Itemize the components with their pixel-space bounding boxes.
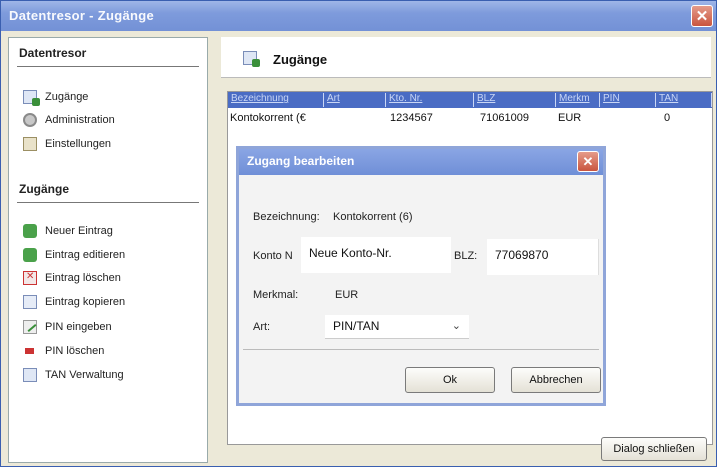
nav-item-label: Zugänge: [45, 91, 89, 103]
nav-item-einstellungen[interactable]: Einstellungen: [23, 135, 111, 153]
column-header-merkmal[interactable]: Merkm: [556, 93, 600, 107]
ok-label: Ok: [442, 374, 458, 386]
copy-entry-icon: [23, 295, 37, 309]
dialog-divider: [243, 349, 599, 350]
cell-kto: 1234567: [390, 112, 433, 124]
cancel-button[interactable]: Abbrechen: [511, 367, 601, 393]
bezeichnung-value: Kontokorrent (6): [333, 211, 413, 223]
section-divider: [17, 202, 199, 203]
section-divider: [17, 66, 199, 67]
action-delete-pin[interactable]: PIN löschen: [23, 342, 104, 360]
column-header-blz[interactable]: BLZ: [474, 93, 556, 107]
left-panel: Datentresor Zugänge Administration Einst…: [8, 37, 208, 463]
tan-icon: [23, 368, 37, 382]
action-label: TAN Verwaltung: [45, 369, 124, 381]
action-new-entry[interactable]: Neuer Eintrag: [23, 222, 113, 240]
delete-entry-icon: [23, 271, 37, 285]
action-label: Neuer Eintrag: [45, 225, 113, 237]
edit-entry-icon: [23, 248, 37, 262]
cancel-label: Abbrechen: [529, 374, 583, 386]
action-label: PIN löschen: [45, 345, 105, 357]
nav-item-administration[interactable]: Administration: [23, 111, 115, 129]
gear-icon: [23, 113, 37, 127]
action-label: PIN eingeben: [45, 321, 112, 333]
action-enter-pin[interactable]: PIN eingeben: [23, 318, 112, 336]
column-header-pin[interactable]: PIN: [600, 93, 656, 107]
column-header-tan[interactable]: TAN: [656, 93, 712, 107]
content-title: Zugänge: [273, 52, 328, 67]
nav-item-label: Einstellungen: [45, 138, 112, 150]
column-header-bezeichnung[interactable]: Bezeichnung: [228, 93, 324, 107]
section-title-zugaenge: Zugänge: [19, 182, 69, 196]
action-copy-entry[interactable]: Eintrag kopieren: [23, 293, 125, 311]
konto-input[interactable]: Neue Konto-Nr.: [301, 237, 451, 273]
pencil-icon: [23, 320, 37, 334]
art-label: Art:: [253, 321, 271, 333]
accounts-icon: [23, 90, 40, 106]
cell-blz: 71061009: [480, 112, 529, 124]
action-label: Eintrag löschen: [45, 272, 121, 284]
window-close-button[interactable]: ✕: [691, 5, 713, 27]
dialog-title: Zugang bearbeiten: [247, 154, 355, 168]
bezeichnung-label: Bezeichnung:: [253, 211, 320, 223]
section-title-datentresor: Datentresor: [19, 46, 87, 60]
ok-button[interactable]: Ok: [405, 367, 495, 393]
nav-item-label: Administration: [45, 114, 115, 126]
content-header: Zugänge: [221, 37, 711, 78]
table-header: Bezeichnung Art Kto. Nr. BLZ Merkm PIN T…: [228, 92, 712, 108]
art-select[interactable]: PIN/TAN ⌄: [325, 315, 469, 339]
chevron-down-icon: ⌄: [451, 320, 461, 332]
main-window: Datentresor - Zugänge ✕ Datentresor Zugä…: [0, 0, 717, 467]
action-label: Eintrag kopieren: [45, 296, 126, 308]
action-edit-entry[interactable]: Eintrag editieren: [23, 246, 125, 264]
cell-tan: 0: [664, 112, 671, 124]
accounts-icon: [243, 51, 260, 67]
dialog-title-bar[interactable]: Zugang bearbeiten ✕: [239, 149, 603, 175]
art-selected-value: PIN/TAN: [333, 319, 380, 333]
blz-label: BLZ:: [454, 250, 478, 262]
cell-merkmal: EUR: [558, 112, 582, 124]
settings-icon: [23, 137, 37, 151]
cell-bezeichnung: Kontokorrent (€: [230, 112, 306, 124]
new-entry-icon: [23, 224, 37, 238]
konto-label: Konto N: [253, 250, 293, 262]
action-label: Eintrag editieren: [45, 249, 126, 261]
action-delete-entry[interactable]: Eintrag löschen: [23, 269, 121, 287]
close-dialog-button[interactable]: Dialog schließen: [601, 437, 707, 461]
title-bar[interactable]: Datentresor - Zugänge ✕: [1, 1, 716, 31]
edit-account-dialog: Zugang bearbeiten ✕ Bezeichnung: Kontoko…: [236, 146, 606, 406]
column-header-art[interactable]: Art: [324, 93, 386, 107]
window-title: Datentresor - Zugänge: [9, 8, 154, 23]
dialog-close-button[interactable]: ✕: [577, 151, 599, 172]
delete-pin-icon: [23, 344, 37, 358]
merkmal-label: Merkmal:: [253, 289, 299, 301]
action-tan-management[interactable]: TAN Verwaltung: [23, 366, 124, 384]
blz-input[interactable]: 77069870: [487, 239, 599, 275]
column-header-kto[interactable]: Kto. Nr.: [386, 93, 474, 107]
merkmal-value: EUR: [335, 289, 359, 301]
nav-item-zugaenge[interactable]: Zugänge: [23, 88, 88, 106]
